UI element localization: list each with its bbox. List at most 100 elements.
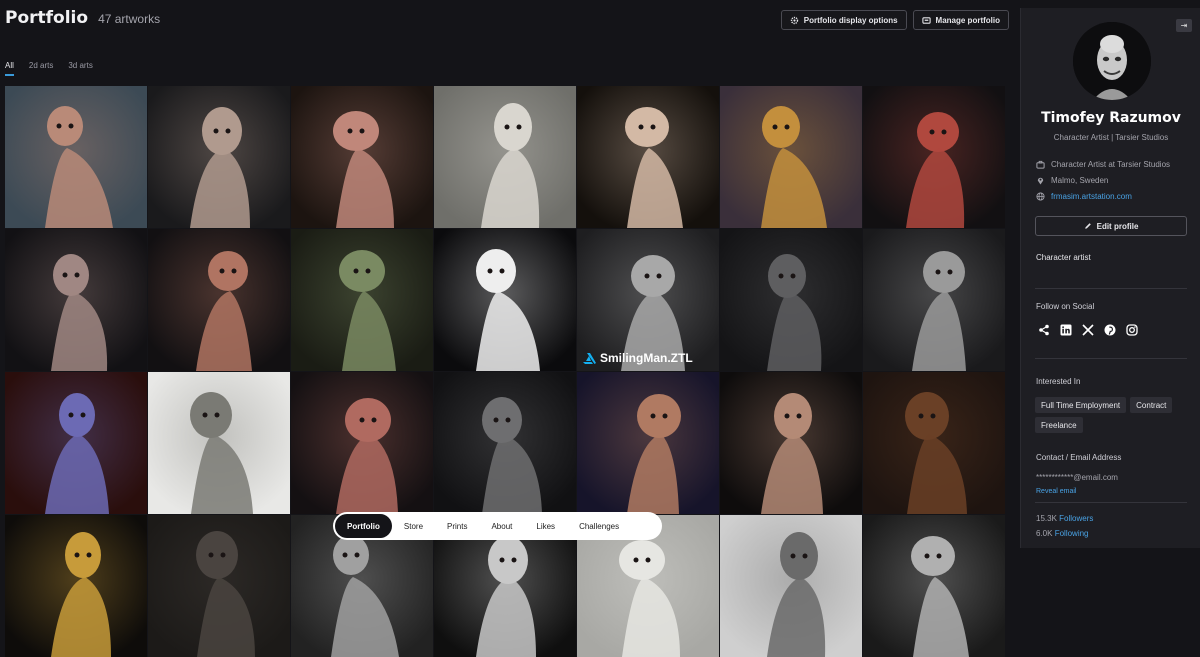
- x-icon[interactable]: [1080, 322, 1095, 337]
- instagram-icon[interactable]: [1124, 322, 1139, 337]
- nav-prints[interactable]: Prints: [435, 514, 479, 538]
- briefcase-icon: [1036, 160, 1045, 169]
- portfolio-icon: [921, 16, 931, 24]
- nav-likes[interactable]: Likes: [524, 514, 567, 538]
- artwork-thumbnail[interactable]: [291, 372, 433, 514]
- artwork-image: [291, 229, 433, 371]
- social-section-title: Follow on Social: [1036, 302, 1095, 311]
- interests-section-title: Interested In: [1036, 377, 1081, 386]
- artwork-image: [291, 372, 433, 514]
- following-count: 6.0K: [1036, 529, 1053, 538]
- pinterest-icon[interactable]: [1102, 322, 1117, 337]
- artwork-thumbnail[interactable]: [577, 86, 719, 228]
- pencil-icon: [1084, 223, 1091, 229]
- artwork-thumbnail[interactable]: [291, 86, 433, 228]
- artwork-image: [5, 372, 147, 514]
- watermark-text: SmilingMan.ZTL: [600, 351, 693, 365]
- profile-website-row: frmasim.artstation.com: [1036, 191, 1170, 201]
- artwork-watermark: SmilingMan.ZTL: [583, 351, 693, 365]
- collapse-sidebar-button[interactable]: ⇥: [1176, 19, 1192, 32]
- nav-challenges[interactable]: Challenges: [567, 514, 631, 538]
- globe-icon: [1036, 191, 1045, 201]
- tab-all[interactable]: All: [5, 61, 14, 76]
- nav-store[interactable]: Store: [392, 514, 435, 538]
- artwork-thumbnail[interactable]: [720, 229, 862, 371]
- profile-headline: Character Artist | Tarsier Studios: [1053, 133, 1169, 142]
- artwork-image: [720, 86, 862, 228]
- artwork-image: [148, 372, 290, 514]
- artwork-image: [863, 515, 1005, 657]
- nav-portfolio[interactable]: Portfolio: [335, 514, 392, 538]
- portfolio-actions: Portfolio display options Manage portfol…: [780, 10, 1009, 30]
- edit-profile-label: Edit profile: [1096, 221, 1139, 231]
- artwork-thumbnail[interactable]: [577, 372, 719, 514]
- following-link[interactable]: Following: [1055, 529, 1089, 538]
- artwork-thumbnail[interactable]: [291, 229, 433, 371]
- artwork-thumbnail[interactable]: [5, 515, 147, 657]
- followers-link[interactable]: Followers: [1059, 514, 1093, 523]
- nav-about[interactable]: About: [479, 514, 524, 538]
- profile-website-link[interactable]: frmasim.artstation.com: [1051, 192, 1132, 201]
- artwork-thumbnail[interactable]: [434, 86, 576, 228]
- artwork-image: [434, 229, 576, 371]
- artwork-thumbnail[interactable]: [720, 515, 862, 657]
- interest-chip: Full Time Employment: [1035, 397, 1127, 413]
- artwork-thumbnail[interactable]: [863, 229, 1005, 371]
- artwork-image: [434, 372, 576, 514]
- portfolio-tabs: All 2d arts 3d arts: [5, 61, 93, 76]
- artwork-thumbnail[interactable]: [863, 515, 1005, 657]
- artwork-image: [863, 229, 1005, 371]
- artwork-thumbnail[interactable]: [148, 515, 290, 657]
- artwork-image: [148, 515, 290, 657]
- share-icon[interactable]: [1036, 322, 1051, 337]
- tab-2d-arts[interactable]: 2d arts: [29, 61, 53, 74]
- portfolio-display-options-label: Portfolio display options: [803, 15, 898, 25]
- profile-bio: Character artist: [1036, 253, 1091, 262]
- divider: [1035, 358, 1187, 359]
- artwork-grid: SmilingMan.ZTL: [5, 86, 1005, 657]
- artwork-image: [577, 86, 719, 228]
- artwork-thumbnail[interactable]: [148, 372, 290, 514]
- bottom-navigation: Portfolio Store Prints About Likes Chall…: [333, 512, 662, 540]
- edit-profile-button[interactable]: Edit profile: [1035, 216, 1187, 236]
- artwork-thumbnail[interactable]: [720, 86, 862, 228]
- artwork-thumbnail[interactable]: [434, 372, 576, 514]
- artwork-image: [863, 86, 1005, 228]
- artwork-image: [5, 229, 147, 371]
- portfolio-display-options-button[interactable]: Portfolio display options: [780, 10, 907, 30]
- artwork-image: [5, 515, 147, 657]
- artwork-image: [720, 229, 862, 371]
- artwork-image: [5, 86, 147, 228]
- interest-chip: Freelance: [1035, 417, 1083, 433]
- artwork-thumbnail[interactable]: [720, 372, 862, 514]
- page-title: Portfolio: [5, 8, 89, 28]
- social-links: [1036, 322, 1139, 337]
- artwork-thumbnail[interactable]: [5, 86, 147, 228]
- artwork-thumbnail[interactable]: SmilingMan.ZTL: [577, 229, 719, 371]
- artwork-thumbnail[interactable]: [148, 86, 290, 228]
- tab-3d-arts[interactable]: 3d arts: [68, 61, 92, 74]
- profile-job: Character Artist at Tarsier Studios: [1051, 159, 1171, 169]
- location-pin-icon: [1037, 177, 1044, 185]
- artwork-thumbnail[interactable]: [5, 229, 147, 371]
- contact-section-title: Contact / Email Address: [1036, 453, 1122, 462]
- linkedin-icon[interactable]: [1058, 322, 1073, 337]
- divider: [1035, 288, 1187, 289]
- interest-chips: Full Time Employment Contract Freelance: [1035, 397, 1191, 433]
- artwork-thumbnail[interactable]: [148, 229, 290, 371]
- avatar[interactable]: [1073, 22, 1151, 100]
- artwork-thumbnail[interactable]: [5, 372, 147, 514]
- artwork-thumbnail[interactable]: [863, 86, 1005, 228]
- artwork-thumbnail[interactable]: [434, 229, 576, 371]
- artwork-thumbnail[interactable]: [863, 372, 1005, 514]
- followers-count: 15.3K: [1036, 514, 1057, 523]
- followers-stat[interactable]: 15.3K Followers: [1036, 514, 1093, 523]
- artwork-image: [148, 86, 290, 228]
- manage-portfolio-button[interactable]: Manage portfolio: [912, 10, 1009, 30]
- profile-sidebar: ⇥ Timofey Razumov Character Artist | Tar…: [1020, 8, 1200, 548]
- following-stat[interactable]: 6.0K Following: [1036, 529, 1089, 538]
- reveal-email-link[interactable]: Reveal email: [1036, 488, 1076, 495]
- profile-info: Character Artist at Tarsier Studios Malm…: [1036, 159, 1170, 201]
- artwork-image: [863, 372, 1005, 514]
- gear-icon: [790, 16, 798, 24]
